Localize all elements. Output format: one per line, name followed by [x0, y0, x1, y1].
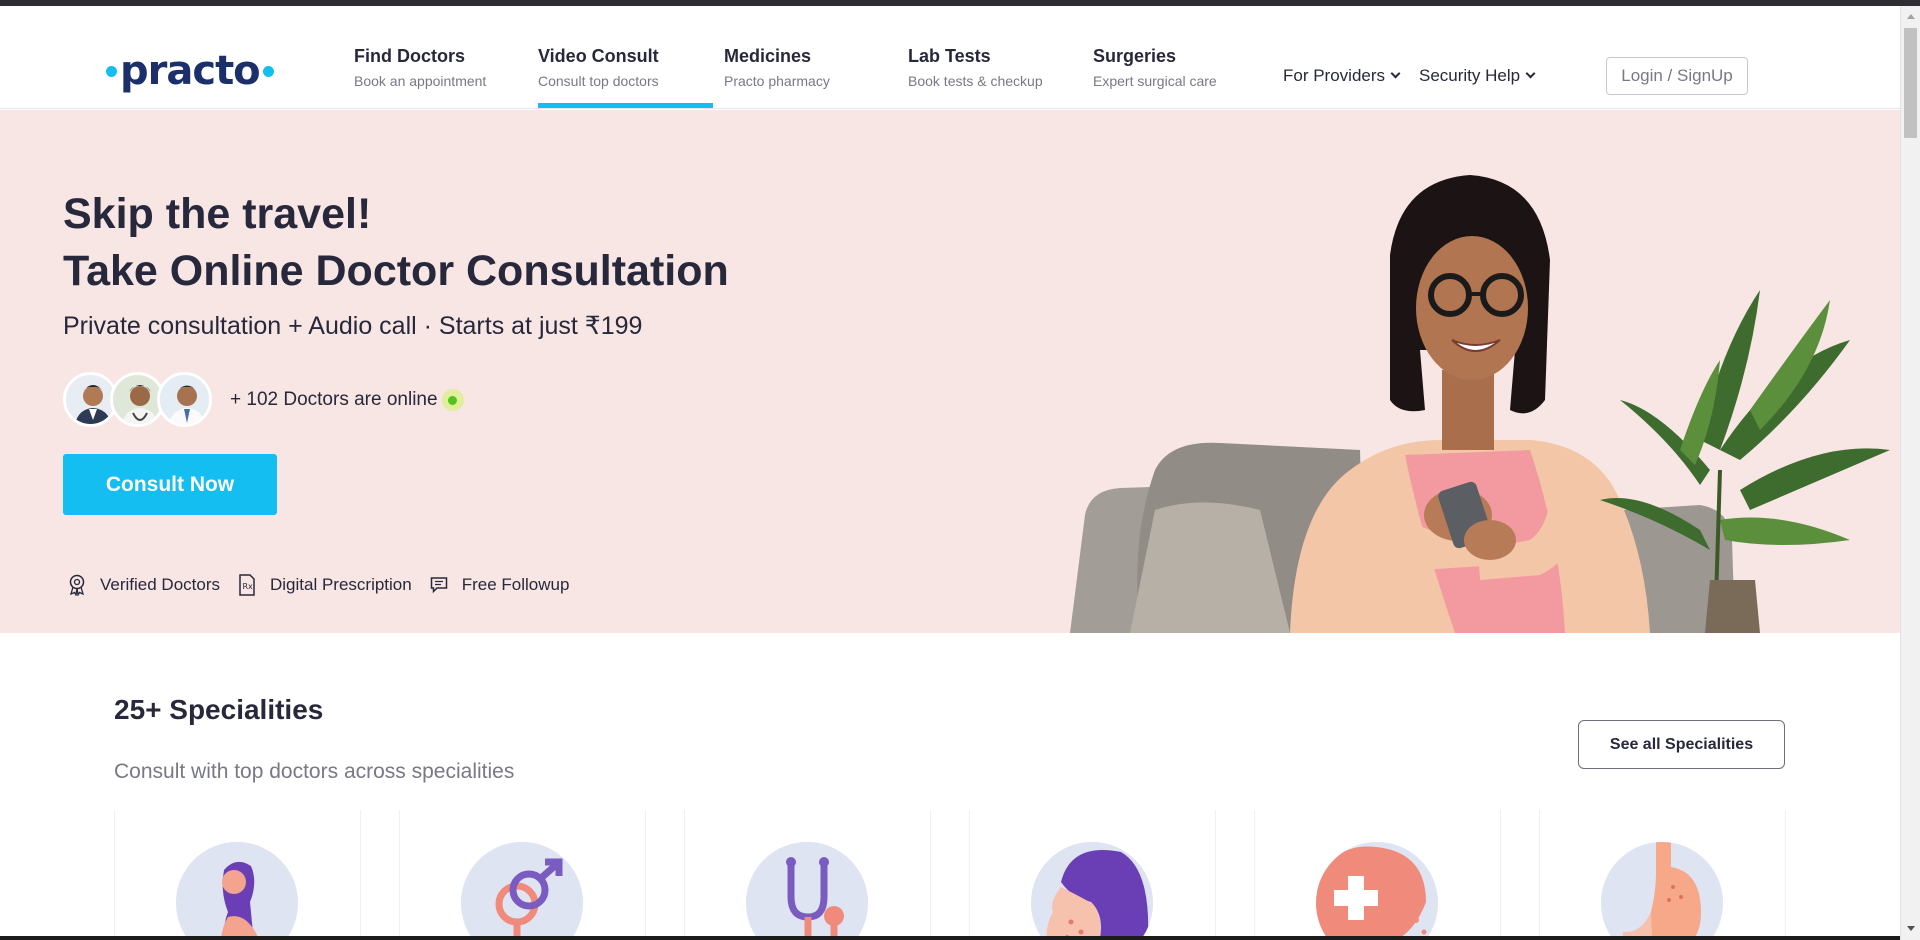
feature-label: Verified Doctors: [100, 575, 220, 594]
verified-badge-icon: [69, 574, 85, 596]
consult-now-button[interactable]: Consult Now: [63, 454, 277, 515]
nav-subtitle: Book tests & checkup: [908, 73, 1043, 89]
skin-face-icon: [1031, 842, 1153, 940]
nav-title: Find Doctors: [354, 46, 465, 66]
nav-video-consult[interactable]: Video Consult Consult top doctors: [538, 46, 659, 89]
nav-medicines[interactable]: Medicines Practo pharmacy: [724, 46, 830, 89]
online-indicator-icon: [441, 389, 464, 411]
nav-lab-tests[interactable]: Lab Tests Book tests & checkup: [908, 46, 1043, 89]
logo-text: practo: [120, 48, 261, 94]
feature-label: Free Followup: [461, 575, 570, 594]
login-signup-button[interactable]: Login / SignUp: [1606, 57, 1748, 95]
nav-title: Medicines: [724, 46, 812, 66]
nav-subtitle: Expert surgical care: [1093, 73, 1217, 89]
chat-icon: [430, 577, 447, 594]
speciality-card[interactable]: [1539, 810, 1786, 940]
hero-features: Verified Doctors Rx Digital Prescription…: [68, 574, 587, 596]
dropdown-label: Security Help: [1419, 66, 1521, 85]
nav-title: Surgeries: [1093, 46, 1177, 66]
scroll-up-arrow-icon[interactable]: [1907, 14, 1915, 19]
specialities-heading: 25+ Specialities: [114, 694, 324, 725]
practo-logo[interactable]: practo: [106, 46, 274, 96]
nav-subtitle: Practo pharmacy: [724, 73, 830, 89]
nav-title: Lab Tests: [908, 46, 991, 66]
nav-title: Video Consult: [538, 46, 659, 66]
speciality-card[interactable]: [684, 810, 931, 940]
hero-title-line-2: Take Online Doctor Consultation: [63, 247, 729, 295]
stethoscope-icon: [746, 842, 868, 940]
site-header: practo Find Doctors Book an appointment …: [0, 6, 1920, 109]
scroll-down-arrow-icon[interactable]: [1907, 926, 1915, 931]
hero-subtitle: Private consultation + Audio call · Star…: [63, 312, 643, 340]
feature-label: Digital Prescription: [270, 575, 412, 594]
chevron-down-icon: [1390, 68, 1401, 79]
doctors-online-status: + 102 Doctors are online: [230, 389, 464, 411]
security-help-dropdown[interactable]: Security Help: [1419, 66, 1536, 86]
nav-find-doctors[interactable]: Find Doctors Book an appointment: [354, 46, 486, 89]
scroll-thumb[interactable]: [1904, 28, 1917, 138]
specialities-subheading: Consult with top doctors across speciali…: [114, 760, 515, 783]
logo-dot-left: [106, 65, 117, 77]
pregnancy-icon: [176, 842, 298, 940]
speciality-card[interactable]: [969, 810, 1216, 940]
chevron-down-icon: [1525, 68, 1536, 79]
nav-subtitle: Book an appointment: [354, 73, 487, 89]
speciality-card[interactable]: [1254, 810, 1501, 940]
logo-dot-right: [262, 65, 274, 77]
stomach-icon: [1601, 842, 1723, 940]
browser-bottom-bar: [0, 936, 1900, 940]
active-tab-indicator: [538, 103, 713, 108]
speciality-card[interactable]: [399, 810, 646, 940]
vertical-scrollbar[interactable]: [1900, 6, 1920, 940]
hero-title: Skip the travel! Take Online Doctor Cons…: [63, 186, 729, 300]
feature-verified-doctors: Verified Doctors: [68, 574, 220, 596]
doctor-avatars: [63, 372, 212, 427]
nav-surgeries[interactable]: Surgeries Expert surgical care: [1093, 46, 1217, 89]
woman-using-phone-illustration: [1070, 175, 1890, 633]
feature-digital-prescription: Rx Digital Prescription: [238, 574, 412, 596]
medical-cross-icon: [1316, 842, 1438, 940]
svg-text:Rx: Rx: [243, 582, 254, 591]
nav-subtitle: Consult top doctors: [538, 73, 659, 89]
feature-free-followup: Free Followup: [430, 575, 570, 595]
doctors-online-text: + 102 Doctors are online: [230, 389, 438, 410]
hero-banner: Skip the travel! Take Online Doctor Cons…: [0, 110, 1900, 633]
see-all-specialities-button[interactable]: See all Specialities: [1578, 720, 1785, 769]
gender-symbols-icon: [461, 842, 583, 940]
speciality-card[interactable]: [114, 810, 361, 940]
dropdown-label: For Providers: [1283, 66, 1386, 85]
doctor-avatar: [157, 372, 212, 427]
speciality-cards: [114, 810, 1786, 940]
hero-title-line-1: Skip the travel!: [63, 190, 372, 238]
for-providers-dropdown[interactable]: For Providers: [1283, 66, 1401, 86]
prescription-icon: Rx: [239, 574, 255, 596]
